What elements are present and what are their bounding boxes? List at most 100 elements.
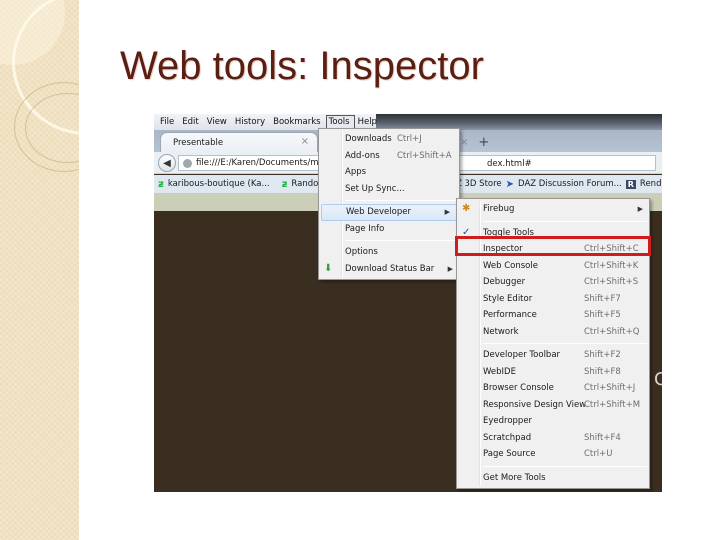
menu-item-label: Inspector [483, 244, 523, 255]
bookmark-item[interactable]: Z 3D Store [456, 179, 502, 189]
menu-item-label: Eyedropper [483, 416, 533, 427]
menu-view[interactable]: View [204, 115, 232, 129]
page-glyph: C [654, 369, 662, 390]
web-developer-menu: ✱ Firebug ▶ ✓ Toggle Tools Inspector Ctrl+Shif… [456, 198, 650, 489]
menu-item-scratchpad[interactable]: Scratchpad Shift+F4 [457, 430, 649, 447]
slide-title: Web tools: Inspector [120, 44, 484, 88]
menu-item-label: Get More Tools [483, 472, 546, 483]
menu-item-label: Web Console [483, 260, 538, 271]
menu-item-label: Browser Console [483, 383, 554, 394]
slide-decoration [0, 0, 79, 540]
submenu-arrow-icon: ▶ [444, 208, 450, 217]
submenu-arrow-icon: ▶ [637, 205, 643, 214]
firebug-icon: ✱ [462, 203, 471, 214]
menu-item-label: Options [345, 247, 378, 258]
browser-screenshot: File Edit View History Bookmarks Tools Help Pr… [154, 114, 662, 492]
menu-item-web-console[interactable]: Web Console Ctrl+Shift+K [457, 258, 649, 275]
new-tab-button[interactable]: + [478, 135, 489, 150]
back-button[interactable]: ◀ [158, 154, 176, 172]
menu-item-shortcut: Ctrl+Shift+M [584, 399, 641, 410]
menu-item-shortcut: Shift+F2 [584, 350, 621, 361]
globe-icon [183, 158, 192, 168]
bookmark-item[interactable]: DAZ Discussion Forum... [518, 179, 622, 189]
menu-item-page-info[interactable]: Page Info [319, 221, 459, 238]
bookmark-label: karibous-boutique (Ka... [167, 179, 270, 189]
menu-history[interactable]: History [232, 115, 270, 129]
menu-item-apps[interactable]: Apps [319, 164, 459, 181]
menu-item-web-developer[interactable]: Web Developer ▶ [321, 204, 457, 221]
menu-item-label: Scratchpad [483, 432, 532, 443]
deviantart-icon: ƶ [281, 178, 288, 190]
menu-item-label: Debugger [483, 277, 526, 288]
checkmark-icon: ✓ [462, 226, 471, 238]
menu-item-debugger[interactable]: Debugger Ctrl+Shift+S [457, 274, 649, 291]
close-tab-icon[interactable]: × [460, 137, 468, 148]
menu-item-performance[interactable]: Performance Shift+F5 [457, 307, 649, 324]
bookmark-item[interactable]: ƶ karibous-boutique (Ka... [158, 179, 270, 190]
menu-separator [483, 465, 647, 467]
menu-item-developer-toolbar[interactable]: Developer Toolbar Shift+F2 [457, 347, 649, 364]
url-text: file:///E:/Karen/Documents/m [196, 158, 319, 168]
menu-item-shortcut: Shift+F7 [584, 293, 621, 304]
menu-item-page-source[interactable]: Page Source Ctrl+U [457, 446, 649, 463]
menu-item-label: Page Info [345, 223, 385, 234]
deviantart-icon: ƶ [158, 178, 164, 190]
menu-item-network[interactable]: Network Ctrl+Shift+Q [457, 324, 649, 341]
bookmark-item[interactable]: Rende [640, 179, 662, 189]
menu-item-shortcut: Shift+F4 [584, 432, 621, 443]
menu-item-label: Add-ons [345, 150, 380, 161]
menu-item-toggle-tools[interactable]: ✓ Toggle Tools [457, 225, 649, 242]
menu-item-set-up-sync[interactable]: Set Up Sync... [319, 181, 459, 198]
menu-separator [483, 343, 647, 344]
menu-tools[interactable]: Tools [325, 115, 355, 129]
menu-item-get-more-tools[interactable]: Get More Tools [457, 470, 649, 487]
tab-title: Presentable [173, 137, 224, 148]
daz-icon: ➤ [505, 178, 515, 190]
menu-item-add-ons[interactable]: Add-ons Ctrl+Shift+A [319, 148, 459, 165]
close-tab-icon[interactable]: × [301, 136, 309, 147]
menu-item-shortcut: Ctrl+Shift+J [584, 383, 636, 394]
menu-item-label: Network [483, 326, 519, 337]
menu-item-download-status-bar[interactable]: ⬇ Download Status Bar ▶ [319, 261, 459, 278]
menu-separator [345, 240, 457, 241]
menu-item-shortcut: Ctrl+Shift+Q [584, 326, 640, 337]
tab-presentable[interactable]: Presentable × [160, 132, 318, 152]
menu-item-shortcut: Ctrl+Shift+A [397, 150, 452, 161]
url-text-tail: dex.html# [487, 159, 532, 169]
menu-item-label: Page Source [483, 449, 536, 460]
menu-item-downloads[interactable]: Downloads Ctrl+J [319, 131, 459, 148]
menu-item-firebug[interactable]: ✱ Firebug ▶ [457, 201, 649, 218]
menu-item-shortcut: Ctrl+Shift+K [584, 260, 639, 271]
menu-item-responsive-design-view[interactable]: Responsive Design View Ctrl+Shift+M [457, 397, 649, 414]
back-arrow-icon: ◀ [163, 157, 171, 169]
menu-item-shortcut: Shift+F8 [584, 366, 621, 377]
menu-item-label: WebIDE [483, 366, 516, 377]
menu-item-label: Downloads [345, 134, 392, 145]
menu-item-label: Firebug [483, 204, 515, 215]
menu-item-webide[interactable]: WebIDE Shift+F8 [457, 364, 649, 381]
tools-menu: Downloads Ctrl+J Add-ons Ctrl+Shift+A Apps Se… [318, 128, 460, 280]
menu-file[interactable]: File [157, 115, 179, 129]
menu-item-label: Responsive Design View [483, 399, 587, 410]
menu-bookmarks[interactable]: Bookmarks [270, 115, 326, 129]
menu-item-label: Developer Toolbar [483, 350, 561, 361]
menu-item-label: Style Editor [483, 293, 533, 304]
bookmarks-right: Z 3D Store ➤ DAZ Discussion Forum... R R… [456, 175, 662, 193]
menu-item-label: Performance [483, 310, 537, 321]
menu-item-shortcut: Shift+F5 [584, 310, 621, 321]
menu-item-options[interactable]: Options [319, 244, 459, 261]
menu-edit[interactable]: Edit [179, 115, 203, 129]
download-icon: ⬇ [324, 262, 333, 274]
menu-item-inspector[interactable]: Inspector Ctrl+Shift+C [457, 241, 649, 258]
menu-item-shortcut: Ctrl+Shift+C [584, 244, 639, 255]
menu-item-eyedropper[interactable]: Eyedropper [457, 413, 649, 430]
menu-item-label: Web Developer [346, 207, 411, 218]
submenu-arrow-icon: ▶ [447, 264, 453, 273]
menu-item-label: Download Status Bar [345, 263, 435, 274]
menu-help[interactable]: Help [355, 115, 382, 129]
menu-item-browser-console[interactable]: Browser Console Ctrl+Shift+J [457, 380, 649, 397]
menu-item-shortcut: Ctrl+Shift+S [584, 277, 639, 288]
renderosity-icon: R [625, 179, 636, 189]
menu-item-style-editor[interactable]: Style Editor Shift+F7 [457, 291, 649, 308]
tab-controls: × + [460, 132, 489, 152]
